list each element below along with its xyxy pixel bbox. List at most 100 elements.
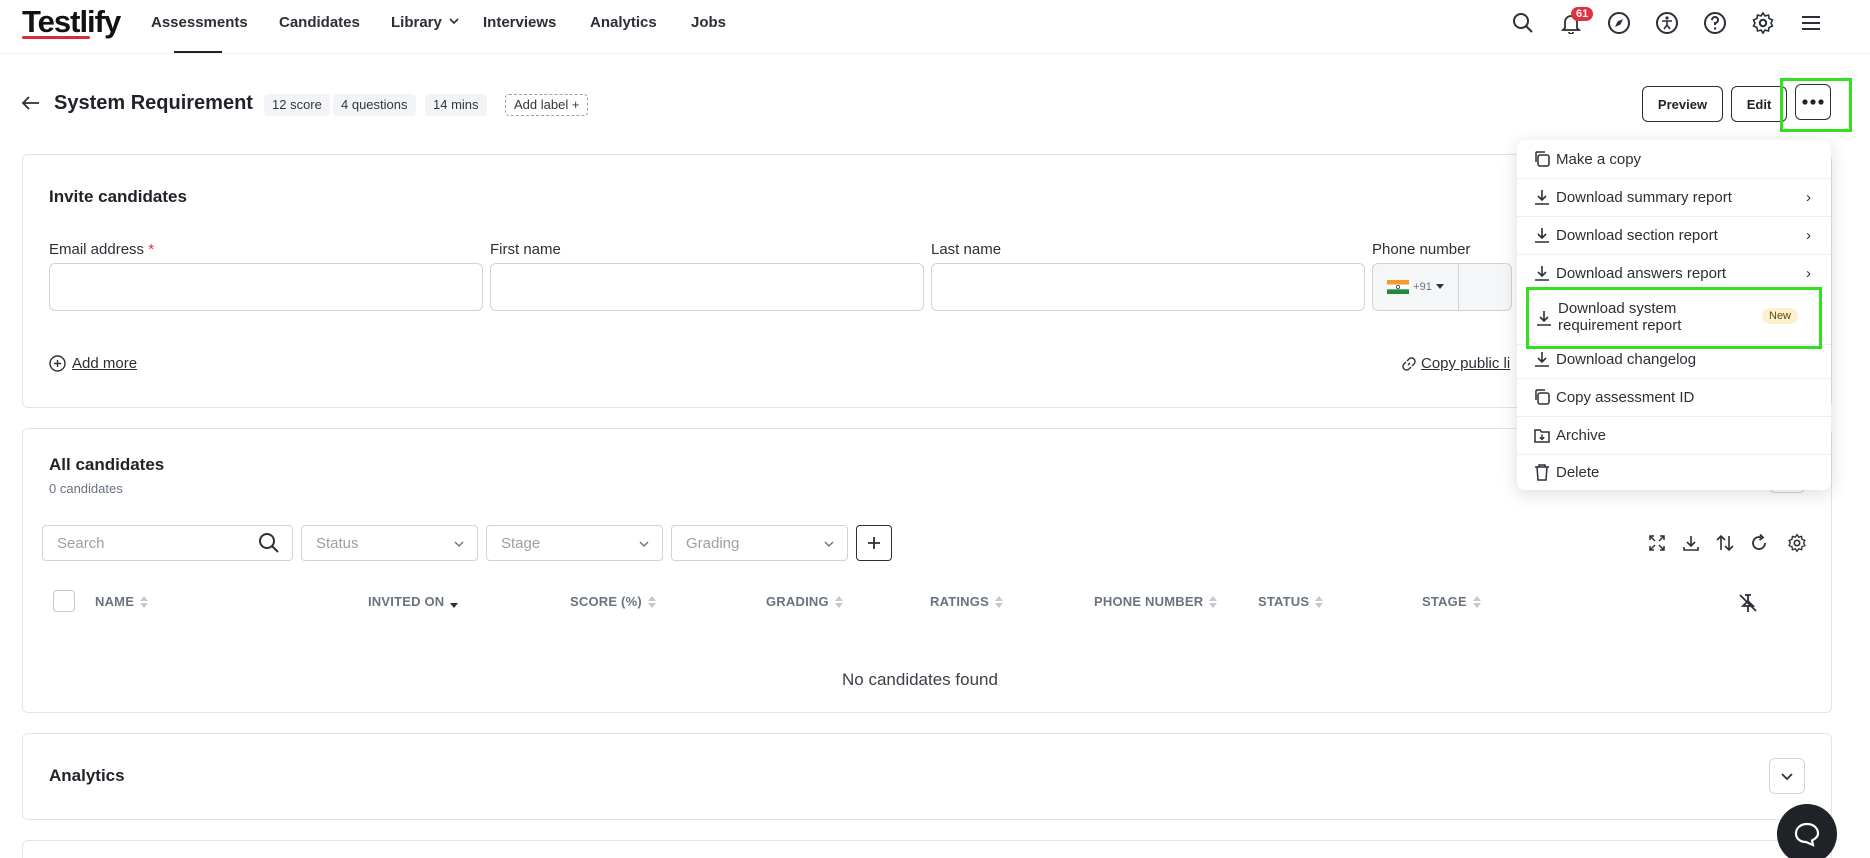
first-name-input[interactable]: [490, 263, 924, 311]
menu-download-answers-report-label: Download answers report: [1556, 264, 1727, 282]
search-icon[interactable]: [1509, 9, 1537, 37]
menu-archive-label: Archive: [1556, 426, 1607, 444]
stage-filter[interactable]: Stage: [486, 525, 663, 561]
unpin-columns-icon[interactable]: [1737, 592, 1759, 614]
menu-delete[interactable]: Delete: [1517, 454, 1831, 490]
column-name[interactable]: NAME: [95, 594, 149, 609]
column-phone-number[interactable]: PHONE NUMBER: [1094, 594, 1218, 609]
score-chip: 12 score: [264, 94, 330, 116]
grading-filter[interactable]: Grading: [671, 525, 848, 561]
first-name-label: First name: [490, 241, 561, 258]
chevron-down-icon: [454, 541, 464, 547]
column-invited-on[interactable]: INVITED ON: [368, 594, 459, 609]
download-icon: [1535, 190, 1549, 205]
download-icon: [1535, 228, 1549, 243]
refresh-icon[interactable]: [1747, 531, 1771, 555]
column-score-label: SCORE (%): [570, 594, 642, 609]
copy-public-link-text: Copy public li: [1421, 355, 1511, 372]
notification-badge: 61: [1571, 7, 1594, 21]
nav-candidates[interactable]: Candidates: [279, 14, 360, 31]
menu-download-changelog-label: Download changelog: [1556, 350, 1697, 368]
menu-archive[interactable]: Archive: [1517, 416, 1831, 454]
search-field[interactable]: Search: [42, 525, 293, 561]
table-settings-icon[interactable]: [1785, 531, 1809, 555]
download-icon: [1535, 352, 1549, 367]
select-all-checkbox[interactable]: [53, 590, 75, 612]
all-candidates-title: All candidates: [49, 455, 165, 474]
add-filter-button[interactable]: [856, 525, 892, 561]
status-filter[interactable]: Status: [301, 525, 478, 561]
country-code-select[interactable]: +91: [1373, 264, 1459, 310]
nav-analytics[interactable]: Analytics: [590, 14, 657, 31]
chat-icon: [1794, 822, 1820, 847]
column-grading[interactable]: GRADING: [766, 594, 843, 609]
column-score[interactable]: SCORE (%): [570, 594, 656, 609]
add-label-button[interactable]: Add label +: [505, 94, 589, 116]
column-ratings-label: RATINGS: [930, 594, 989, 609]
gear-icon[interactable]: [1749, 9, 1777, 37]
accessibility-icon[interactable]: [1653, 9, 1681, 37]
menu-make-copy[interactable]: Make a copy: [1517, 140, 1831, 178]
copy-public-link[interactable]: Copy public li: [1401, 355, 1510, 372]
sort-arrows-icon: [1315, 595, 1324, 608]
menu-download-summary-report[interactable]: Download summary report ›: [1517, 178, 1831, 216]
menu-download-section-report[interactable]: Download section report ›: [1517, 216, 1831, 254]
link-icon: [1402, 356, 1416, 371]
add-more-link[interactable]: Add more: [49, 355, 137, 372]
sort-arrows-icon: [647, 595, 656, 608]
sort-arrows-icon: [1472, 595, 1481, 608]
logo[interactable]: Testlify: [22, 4, 121, 40]
column-invited-on-label: INVITED ON: [368, 594, 445, 609]
menu-make-copy-label: Make a copy: [1556, 150, 1642, 168]
search-placeholder: Search: [57, 535, 105, 552]
chevron-right-icon: ›: [1806, 188, 1811, 206]
edit-button[interactable]: Edit: [1731, 86, 1787, 122]
column-stage[interactable]: STAGE: [1422, 594, 1481, 609]
download-icon[interactable]: [1679, 531, 1703, 555]
download-icon: [1535, 266, 1549, 281]
chat-support-button[interactable]: [1777, 804, 1837, 858]
nav-interviews[interactable]: Interviews: [483, 14, 556, 31]
sort-icon[interactable]: [1713, 531, 1737, 555]
phone-input[interactable]: +91: [1372, 263, 1512, 311]
menu-copy-assessment-id[interactable]: Copy assessment ID: [1517, 378, 1831, 416]
chevron-right-icon: ›: [1806, 226, 1811, 244]
copy-icon: [1535, 389, 1550, 405]
caret-down-icon: [1435, 284, 1444, 289]
highlight-more-button: [1780, 78, 1852, 132]
compass-icon[interactable]: [1605, 9, 1633, 37]
invite-candidates-title: Invite candidates: [49, 187, 187, 206]
expand-icon[interactable]: [1645, 531, 1669, 555]
column-name-label: NAME: [95, 594, 135, 609]
analytics-title: Analytics: [49, 766, 125, 785]
sort-arrows-icon: [1209, 595, 1218, 608]
nav-library[interactable]: Library: [391, 14, 460, 31]
country-code: +91: [1413, 281, 1432, 293]
nav-assessments[interactable]: Assessments: [151, 14, 248, 31]
nav-library-label: Library: [391, 14, 442, 31]
plus-circle-icon: [49, 355, 66, 372]
menu-delete-label: Delete: [1556, 463, 1600, 481]
nav-active-indicator: [174, 51, 222, 53]
grading-filter-label: Grading: [686, 535, 740, 552]
sort-desc-icon: [450, 595, 459, 608]
preview-button[interactable]: Preview: [1642, 86, 1723, 122]
archive-icon: [1534, 429, 1550, 443]
next-card-partial: [22, 840, 1832, 858]
back-arrow-icon[interactable]: [20, 92, 42, 114]
last-name-input[interactable]: [931, 263, 1365, 311]
email-input[interactable]: [49, 263, 483, 311]
column-ratings[interactable]: RATINGS: [930, 594, 1003, 609]
analytics-expand-button[interactable]: [1769, 758, 1805, 794]
analytics-card: Analytics: [22, 733, 1832, 820]
email-label: Email address *: [49, 241, 154, 258]
column-status[interactable]: STATUS: [1258, 594, 1324, 609]
help-icon[interactable]: [1701, 9, 1729, 37]
menu-icon[interactable]: [1797, 9, 1825, 37]
search-icon: [259, 533, 279, 553]
top-navigation: Testlify Assessments Candidates Library …: [0, 0, 1870, 54]
nav-jobs[interactable]: Jobs: [691, 14, 726, 31]
chevron-right-icon: ›: [1806, 264, 1811, 282]
last-name-label: Last name: [931, 241, 1002, 258]
empty-state-text: No candidates found: [842, 670, 998, 689]
